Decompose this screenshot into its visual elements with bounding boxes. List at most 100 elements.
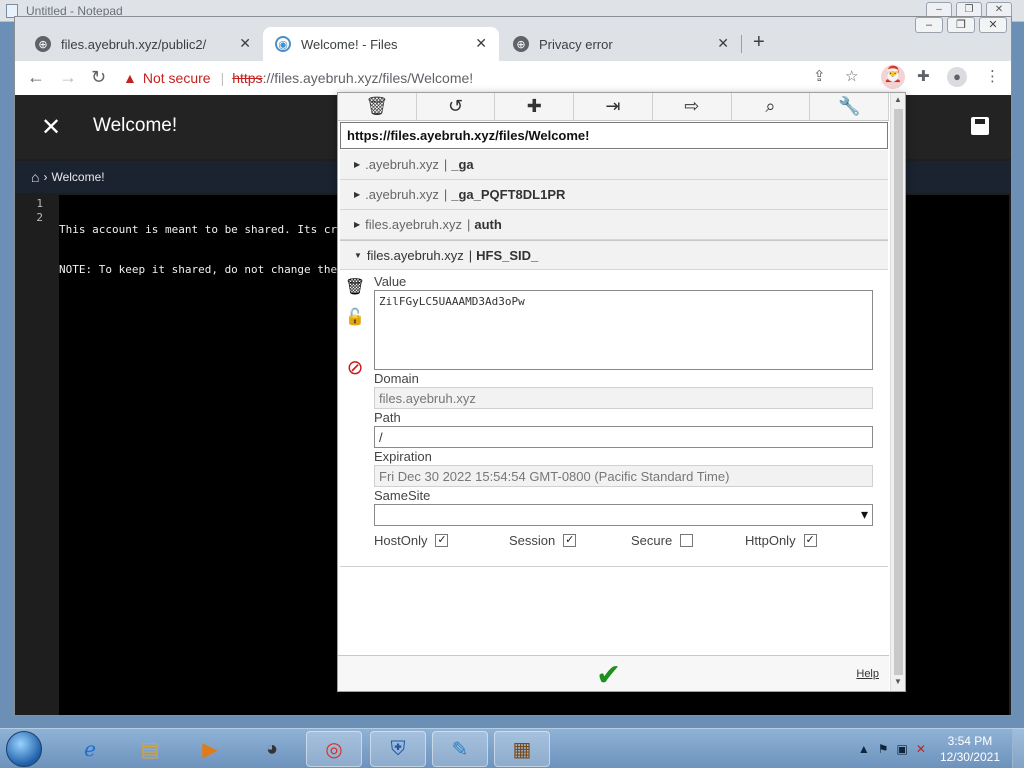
close-icon[interactable]: ✕	[979, 17, 1007, 33]
check-icon[interactable]: ✓	[563, 534, 577, 547]
httponly-checkbox[interactable]: HttpOnly ✓	[745, 533, 817, 548]
tab-title: files.ayebruh.xyz/public2/	[61, 36, 207, 52]
delete-all-trash-icon[interactable]: 🗑	[338, 93, 417, 120]
cookie-name: auth	[474, 217, 502, 232]
minimize-icon[interactable]: –	[915, 17, 943, 33]
check-icon[interactable]	[680, 534, 694, 547]
reload-icon[interactable]: ↻	[91, 67, 106, 88]
samesite-label: SameSite	[374, 488, 431, 503]
menu-kebab-icon[interactable]: ⋮	[985, 67, 1000, 85]
globe-icon: ⊕	[35, 36, 51, 52]
network-icon[interactable]: ▣	[897, 742, 908, 756]
shield-app-icon[interactable]: ⛨	[370, 731, 426, 767]
popup-scrollbar[interactable]: ▲ ▼	[890, 93, 905, 691]
tab-title: Privacy error	[539, 36, 613, 52]
cookie-editor-popup: 🗑 ↺ ✚ ⇥ ⇨ ⌕ 🔧 https://files.ayebruh.xyz/…	[337, 92, 906, 692]
profile-avatar-icon[interactable]: ●	[947, 67, 967, 87]
browser-toolbar: ← → ↻ ▲ Not secure | https ://files.ayeb…	[15, 61, 1011, 95]
tab-welcome-files[interactable]: ◉ Welcome! - Files ✕	[263, 27, 499, 61]
start-button[interactable]	[6, 731, 42, 767]
show-desktop-button[interactable]	[1012, 729, 1024, 768]
cookie-extension-icon[interactable]: 🎅	[881, 65, 905, 89]
domain-field[interactable]: files.ayebruh.xyz	[374, 387, 873, 409]
url-rest: ://files.ayebruh.xyz/files/Welcome!	[262, 70, 474, 86]
cookie-url-field[interactable]: https://files.ayebruh.xyz/files/Welcome!	[340, 122, 888, 149]
close-tab-icon[interactable]: ✕	[717, 35, 729, 52]
volume-muted-icon[interactable]: ✕	[916, 742, 926, 756]
delete-trash-icon[interactable]: 🗑	[344, 277, 366, 299]
flag-icon[interactable]: ⚑	[878, 742, 889, 756]
bookmark-star-icon[interactable]: ☆	[845, 67, 858, 85]
samesite-select[interactable]	[374, 504, 873, 526]
cookie-row-ga-pqft[interactable]: ▶ .ayebruh.xyz | _ga_PQFT8DL1PR	[340, 180, 888, 210]
check-icon[interactable]: ✓	[435, 534, 449, 547]
search-icon[interactable]: ⌕	[732, 93, 811, 120]
hostonly-checkbox[interactable]: HostOnly ✓	[374, 533, 449, 548]
new-tab-button[interactable]: +	[753, 31, 765, 54]
globe-icon: ⊕	[513, 36, 529, 52]
back-arrow-icon[interactable]: ←	[27, 67, 45, 88]
cookie-row-hfs-sid[interactable]: ▼ files.ayebruh.xyz | HFS_SID_	[340, 240, 888, 270]
cookie-separator: |	[443, 157, 448, 172]
value-textarea[interactable]: ZilFGyLC5UAAAMD3Ad3oPw	[374, 290, 873, 370]
cookie-domain: files.ayebruh.xyz	[365, 217, 462, 232]
value-label: Value	[374, 274, 407, 289]
expiration-field[interactable]: Fri Dec 30 2022 15:54:54 GMT-0800 (Pacif…	[374, 465, 873, 487]
forward-arrow-icon[interactable]: →	[59, 67, 77, 88]
close-tab-icon[interactable]: ✕	[475, 35, 487, 52]
save-checkmark-icon[interactable]: ✔	[596, 658, 621, 693]
raccoon-app-icon[interactable]: ◕	[244, 731, 300, 767]
unlock-icon[interactable]: 🔓	[344, 307, 366, 329]
media-player-icon[interactable]: ▶	[182, 731, 238, 767]
settings-wrench-icon[interactable]: 🔧	[810, 93, 890, 120]
checkbox-label: Secure	[631, 533, 673, 548]
path-label: Path	[374, 410, 401, 425]
address-bar[interactable]: ▲ Not secure | https ://files.ayebruh.xy…	[123, 63, 863, 93]
collapse-triangle-icon: ▼	[354, 250, 362, 260]
security-label[interactable]: Not secure	[143, 70, 211, 86]
checkbox-label: Session	[509, 533, 556, 548]
restore-icon[interactable]: ❐	[947, 17, 975, 33]
home-icon[interactable]: ⌂	[31, 169, 39, 185]
close-tab-icon[interactable]: ✕	[239, 35, 251, 52]
extensions-puzzle-icon[interactable]: ✚	[917, 67, 930, 85]
share-icon[interactable]: ⇪	[813, 67, 826, 85]
notepad-icon[interactable]: ✎	[432, 731, 488, 767]
browser-window-controls: – ❐ ✕	[915, 17, 1007, 33]
cookie-domain: files.ayebruh.xyz	[366, 247, 464, 263]
tab-privacy-error[interactable]: ⊕ Privacy error ✕	[501, 27, 741, 61]
archive-app-icon[interactable]: ▦	[494, 731, 550, 767]
import-icon[interactable]: ⇥	[574, 93, 653, 120]
warning-triangle-icon[interactable]: ▲	[123, 70, 137, 86]
checkbox-label: HostOnly	[374, 533, 428, 548]
save-icon[interactable]	[971, 117, 989, 135]
internet-explorer-icon[interactable]: ℯ	[62, 731, 118, 767]
cookie-separator: |	[466, 217, 471, 232]
cookie-row-auth[interactable]: ▶ files.ayebruh.xyz | auth	[340, 210, 888, 240]
file-explorer-icon[interactable]: ▤	[122, 731, 178, 767]
session-checkbox[interactable]: Session ✓	[509, 533, 577, 548]
cookie-domain: .ayebruh.xyz	[365, 157, 439, 172]
help-link[interactable]: Help	[856, 668, 879, 680]
block-icon[interactable]: ⊘	[344, 355, 366, 379]
path-field[interactable]: /	[374, 426, 873, 448]
system-tray: ▲ ⚑ ▣ ✕ 3:54 PM 12/30/2021	[858, 729, 1024, 768]
export-icon[interactable]: ⇨	[653, 93, 732, 120]
close-icon[interactable]: ✕	[41, 113, 61, 142]
clock[interactable]: 3:54 PM 12/30/2021	[940, 733, 1000, 765]
check-icon[interactable]: ✓	[803, 534, 817, 547]
chrome-icon[interactable]: ◎	[306, 731, 362, 767]
tab-public2[interactable]: ⊕ files.ayebruh.xyz/public2/ ✕	[23, 27, 263, 61]
clock-date: 12/30/2021	[939, 750, 1000, 764]
scroll-down-icon[interactable]: ▼	[894, 677, 902, 686]
secure-checkbox[interactable]: Secure	[631, 533, 694, 548]
page-title: Welcome!	[93, 115, 178, 136]
cookie-row-ga[interactable]: ▶ .ayebruh.xyz | _ga	[340, 150, 888, 180]
scrollbar-thumb[interactable]	[894, 109, 903, 675]
tray-expand-icon[interactable]: ▲	[858, 742, 870, 756]
breadcrumb-current[interactable]: Welcome!	[51, 170, 104, 184]
add-plus-icon[interactable]: ✚	[495, 93, 575, 120]
reset-undo-icon[interactable]: ↺	[417, 93, 496, 120]
cookie-toolbar: 🗑 ↺ ✚ ⇥ ⇨ ⌕ 🔧	[338, 93, 890, 121]
scroll-up-icon[interactable]: ▲	[894, 95, 902, 104]
